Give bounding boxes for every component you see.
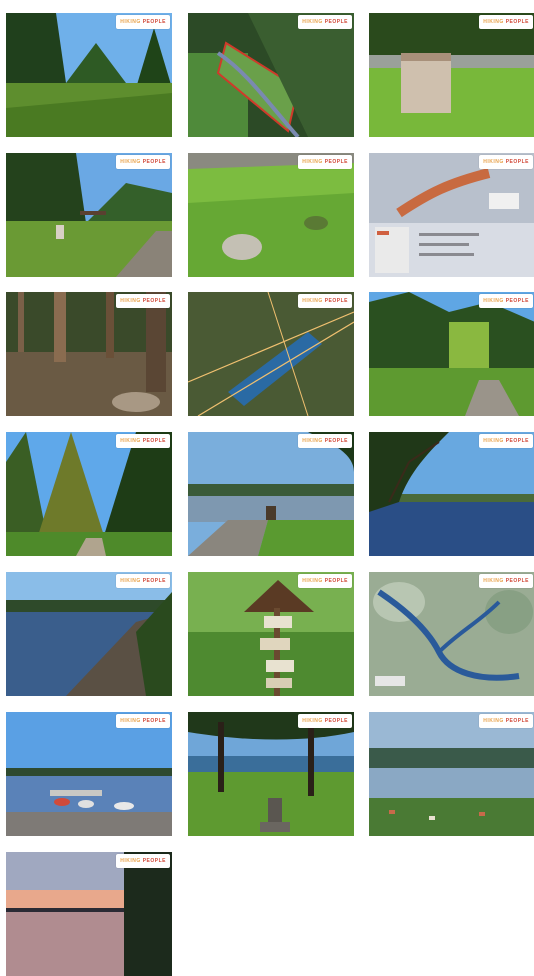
photo-thumbnail[interactable]: HIKING PEOPLE [188,292,354,416]
forest-clearing-meadow-image [6,13,172,137]
watermark-badge: HIKING PEOPLE [298,714,352,728]
watermark-badge: HIKING PEOPLE [479,714,533,728]
grass-with-round-stone-image [188,153,354,277]
boat-pier-with-boats-image [6,712,172,836]
forest-path-hillside-image [369,292,534,416]
aerial-forest-trail-map-image [188,13,354,137]
photo-thumbnail[interactable]: HIKING PEOPLE [369,432,534,556]
watermark-badge: HIKING PEOPLE [116,714,170,728]
forest-floor-trunks-image [6,292,172,416]
photo-thumbnail[interactable]: HIKING PEOPLE [6,432,172,556]
statue-by-lake-image [188,712,354,836]
watermark-badge: HIKING PEOPLE [116,155,170,169]
watermark-badge: HIKING PEOPLE [298,294,352,308]
watermark-badge: HIKING PEOPLE [116,854,170,868]
photo-thumbnail[interactable]: HIKING PEOPLE [188,13,354,137]
watermark-badge: HIKING PEOPLE [479,294,533,308]
watermark-badge: HIKING PEOPLE [479,434,533,448]
photo-thumbnail[interactable]: HIKING PEOPLE [6,153,172,277]
meadow-with-benches-image [6,153,172,277]
photo-thumbnail[interactable]: HIKING PEOPLE [188,432,354,556]
watermark-badge: HIKING PEOPLE [116,294,170,308]
photo-thumbnail[interactable]: HIKING PEOPLE [6,852,172,976]
watermark-badge: HIKING PEOPLE [298,574,352,588]
photo-gallery: HIKING PEOPLE HIKING PEOPLE HIKING PEOPLE [0,0,534,976]
panoramic-lake-view-image [369,712,534,836]
watermark-badge: HIKING PEOPLE [116,15,170,29]
lake-shore-with-village-image [188,432,354,556]
photo-thumbnail[interactable]: HIKING PEOPLE [6,292,172,416]
photo-thumbnail[interactable]: HIKING PEOPLE [188,712,354,836]
information-board-map-image [369,153,534,277]
lake-under-tree-branches-image [369,432,534,556]
stone-pillar-on-lawn-image [369,13,534,137]
watermark-badge: HIKING PEOPLE [298,434,352,448]
signpost-in-forest-image [188,572,354,696]
watermark-badge: HIKING PEOPLE [479,155,533,169]
watermark-badge: HIKING PEOPLE [116,574,170,588]
photo-thumbnail[interactable]: HIKING PEOPLE [6,572,172,696]
photo-thumbnail[interactable]: HIKING PEOPLE [369,572,534,696]
spruce-trees-path-image [6,432,172,556]
photo-thumbnail[interactable]: HIKING PEOPLE [369,153,534,277]
photo-thumbnail[interactable]: HIKING PEOPLE [6,13,172,137]
satellite-map-of-lake-image [369,572,534,696]
photo-thumbnail[interactable]: HIKING PEOPLE [369,292,534,416]
photo-thumbnail[interactable]: HIKING PEOPLE [369,712,534,836]
photo-thumbnail[interactable]: HIKING PEOPLE [369,13,534,137]
watermark-badge: HIKING PEOPLE [298,155,352,169]
sunset-over-lake-image [6,852,172,976]
watermark-badge: HIKING PEOPLE [479,574,533,588]
aerial-lake-view-image [188,292,354,416]
photo-thumbnail[interactable]: HIKING PEOPLE [188,153,354,277]
watermark-badge: HIKING PEOPLE [116,434,170,448]
watermark-badge: HIKING PEOPLE [298,15,352,29]
photo-thumbnail[interactable]: HIKING PEOPLE [6,712,172,836]
lake-and-gravel-shore-image [6,572,172,696]
watermark-badge: HIKING PEOPLE [479,15,533,29]
photo-thumbnail[interactable]: HIKING PEOPLE [188,572,354,696]
